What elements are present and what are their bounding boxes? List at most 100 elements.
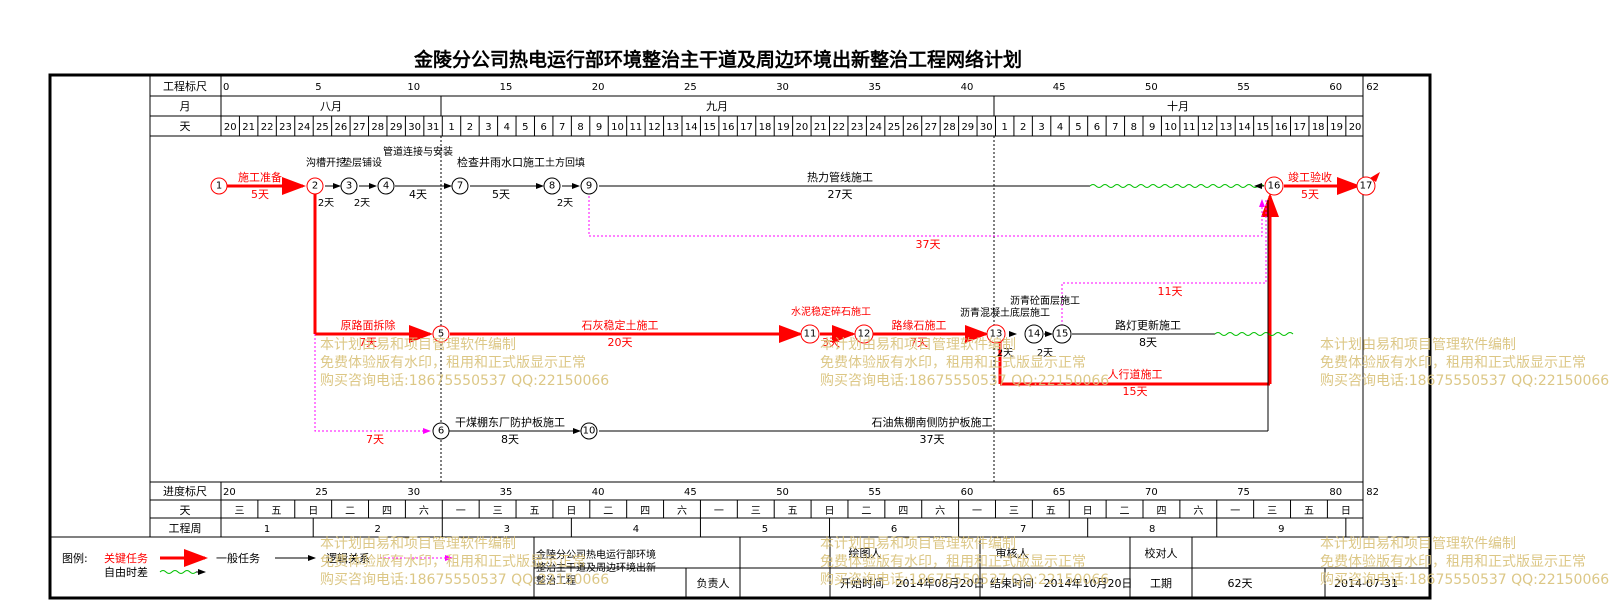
day-cell: 20 — [224, 122, 237, 133]
watermark-line: 购买咨询电话:18675550537 QQ:22150066 — [320, 373, 609, 389]
watermark-line: 本计划由易和项目管理软件编制 — [1320, 337, 1516, 353]
weekday-cell: 六 — [1193, 505, 1203, 517]
task-label: 沥青混凝土底层施工 — [960, 306, 1050, 319]
progress-tick: 35 — [500, 487, 513, 498]
task-duration: 15天 — [1123, 385, 1148, 398]
day-cell: 19 — [777, 122, 790, 133]
legend-float-label: 自由时差 — [104, 565, 148, 579]
watermark-line: 免费体验版有水印，租用和正式版显示正常 — [1320, 554, 1586, 570]
scale-tick: 35 — [868, 82, 881, 93]
task-label: 垫层铺设 — [342, 156, 382, 169]
weekday-cell: 六 — [677, 505, 687, 517]
task-duration: 8天 — [1139, 336, 1157, 349]
svg-text:3: 3 — [346, 181, 352, 192]
weekday-cell: 六 — [935, 505, 945, 517]
scale-tick: 50 — [1145, 82, 1158, 93]
node-16: 16 — [1264, 176, 1284, 196]
task-label: 人行道施工 — [1108, 367, 1163, 381]
weekday-cell: 二 — [861, 506, 871, 517]
scale-tick: 30 — [776, 82, 789, 93]
day-cell: 18 — [759, 122, 772, 133]
svg-text:9: 9 — [586, 181, 592, 192]
day-cell: 30 — [408, 122, 421, 133]
day-cell: 15 — [703, 122, 716, 133]
task-label: 施工准备 — [238, 170, 282, 184]
day-cell: 16 — [722, 122, 735, 133]
scale-tick: 62 — [1366, 82, 1379, 93]
legend-label: 图例: — [62, 551, 88, 565]
svg-text:7: 7 — [457, 181, 463, 192]
watermark-line: 本计划由易和项目管理软件编制 — [320, 536, 516, 552]
task-duration: 5天 — [251, 188, 269, 201]
day-cell: 25 — [316, 122, 329, 133]
scale-tick: 45 — [1053, 82, 1066, 93]
day-cell: 11 — [630, 122, 643, 133]
node-11: 11 — [800, 324, 820, 344]
watermark-line: 本计划由易和项目管理软件编制 — [820, 337, 1016, 353]
task-label: 路灯更新施工 — [1115, 318, 1181, 332]
progress-tick: 25 — [315, 487, 328, 498]
day-cell: 5 — [522, 122, 528, 133]
day-cell: 31 — [427, 122, 440, 133]
day-cell: 26 — [906, 122, 919, 133]
task-label: 沥青砼面层施工 — [1010, 294, 1080, 307]
task-duration: 4天 — [409, 188, 427, 201]
task-duration: 2天 — [318, 198, 334, 209]
month-aug: 八月 — [320, 100, 342, 113]
progress-tick: 50 — [776, 487, 789, 498]
day-cell: 24 — [298, 122, 311, 133]
progress-tick: 45 — [684, 487, 697, 498]
week-cell: 1 — [264, 524, 270, 535]
day-cell: 10 — [1164, 122, 1177, 133]
top-scale: 工程标尺 月 天 八月 九月 十月 0 5 10 15 20 25 30 35 40 45 50 55… — [150, 75, 1379, 137]
week-cell: 5 — [762, 524, 768, 535]
task-duration: 11天 — [1158, 285, 1183, 298]
day-cell: 27 — [925, 122, 938, 133]
weekday-cell: 日 — [1341, 506, 1351, 517]
watermark-line: 购买咨询电话:18675550537 QQ:22150066 — [820, 572, 1109, 588]
legend-float-line — [159, 570, 197, 574]
day-cell: 20 — [795, 122, 808, 133]
outer-frame — [48, 73, 1432, 600]
day-cell: 21 — [242, 122, 255, 133]
weekday-cell: 五 — [271, 506, 281, 517]
day-cell: 5 — [1075, 122, 1081, 133]
day-cell: 13 — [1220, 122, 1233, 133]
node-7: 7 — [451, 177, 469, 195]
scale-tick: 60 — [1329, 82, 1342, 93]
footer-duration-value: 62天 — [1228, 577, 1253, 590]
day-cell: 21 — [814, 122, 827, 133]
scale-tick: 5 — [315, 82, 321, 93]
legend-critical-label: 关键任务 — [104, 551, 148, 565]
day-cell: 14 — [685, 122, 698, 133]
day-cell: 27 — [353, 122, 366, 133]
weekday-cell: 三 — [493, 506, 503, 517]
node-4: 4 — [377, 177, 395, 195]
weekday-cell: 四 — [640, 506, 650, 517]
node-15: 15 — [1052, 324, 1072, 344]
day-cell: 11 — [1183, 122, 1196, 133]
svg-text:1: 1 — [216, 181, 222, 192]
day-cell: 22 — [832, 122, 845, 133]
watermark-line: 免费体验版有水印，租用和正式版显示正常 — [1320, 355, 1586, 371]
svg-text:10: 10 — [583, 426, 596, 437]
progress-label: 进度标尺 — [163, 484, 207, 498]
weekday-cell: 六 — [419, 505, 429, 517]
day-cell: 22 — [261, 122, 274, 133]
task-duration: 7天 — [366, 433, 384, 446]
day-cell: 7 — [1112, 122, 1118, 133]
footer-duration-label: 工期 — [1150, 577, 1172, 590]
svg-text:15: 15 — [1056, 329, 1069, 340]
progress-tick: 82 — [1366, 487, 1379, 498]
watermark-line: 本计划由易和项目管理软件编制 — [1320, 536, 1516, 552]
progress-tick: 55 — [868, 487, 881, 498]
month-sep: 九月 — [706, 100, 728, 113]
weekday-cell: 四 — [1156, 506, 1166, 517]
weekday-cell: 五 — [1304, 506, 1314, 517]
day-cell: 25 — [888, 122, 901, 133]
week-cell: 6 — [891, 524, 897, 535]
weekday-cell: 二 — [1120, 506, 1130, 517]
network-arrows — [227, 172, 1380, 434]
day-cell: 12 — [1201, 122, 1214, 133]
task-duration: 5天 — [1301, 188, 1319, 201]
